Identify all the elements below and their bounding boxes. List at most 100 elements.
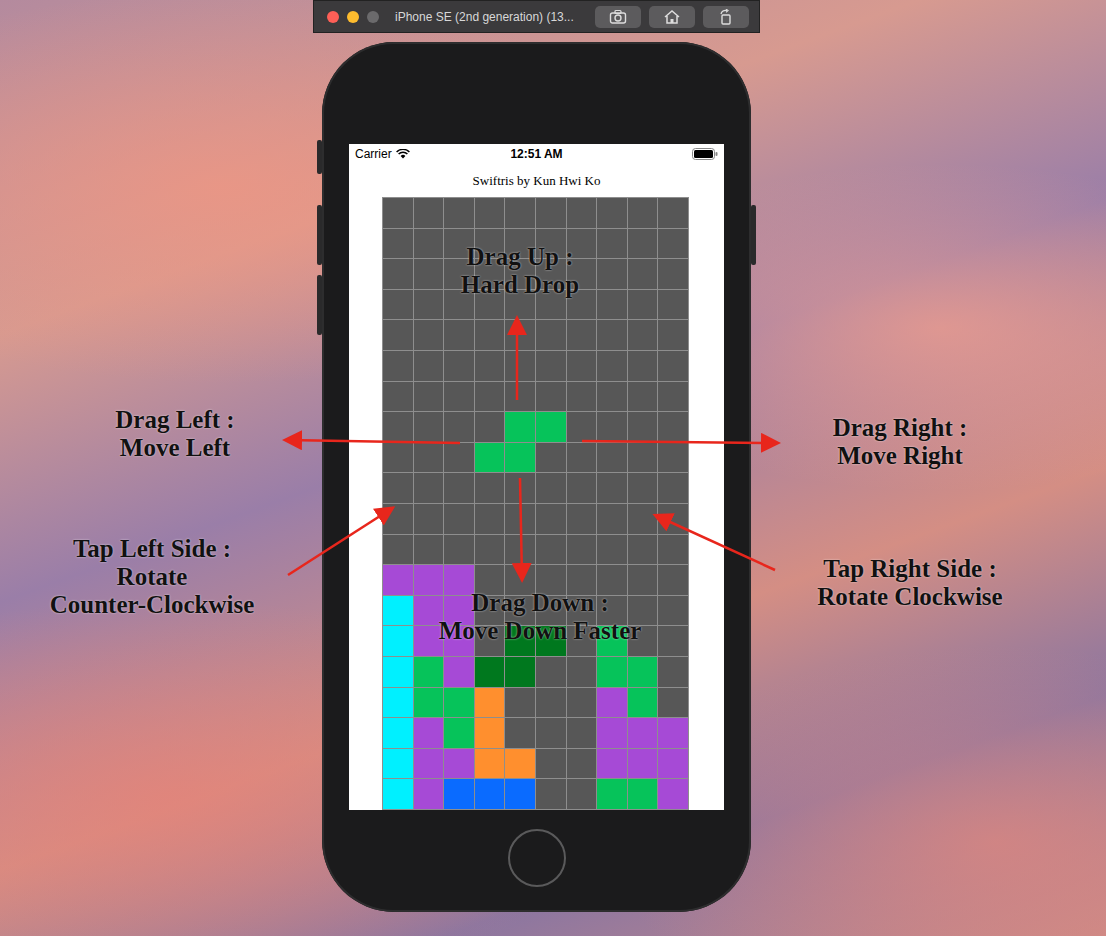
block-cell xyxy=(536,412,566,442)
empty-cell xyxy=(444,443,474,473)
annotation-line: Counter-Clockwise xyxy=(50,591,255,619)
empty-cell xyxy=(505,351,535,381)
annotation-line: Move Right xyxy=(833,442,968,470)
annotation-line: Rotate Clockwise xyxy=(817,583,1002,611)
mute-switch[interactable] xyxy=(317,140,322,174)
empty-cell xyxy=(658,320,688,350)
battery-icon xyxy=(692,148,718,160)
block-cell xyxy=(505,412,535,442)
annotation-line: Tap Right Side : xyxy=(817,555,1002,583)
close-button[interactable] xyxy=(327,11,339,23)
empty-cell xyxy=(505,473,535,503)
block-cell xyxy=(658,749,688,779)
empty-cell xyxy=(658,596,688,626)
arrow-icon xyxy=(657,516,775,570)
block-cell xyxy=(475,657,505,687)
empty-cell xyxy=(414,535,444,565)
empty-cell xyxy=(597,443,627,473)
empty-cell xyxy=(628,382,658,412)
iphone-frame: Carrier 12:51 AM Swiftris by Kun Hwi Ko xyxy=(322,42,751,912)
empty-cell xyxy=(505,382,535,412)
volume-up-button[interactable] xyxy=(317,205,322,265)
empty-cell xyxy=(536,198,566,228)
home-button[interactable] xyxy=(649,6,695,28)
empty-cell xyxy=(658,351,688,381)
empty-cell xyxy=(414,229,444,259)
empty-cell xyxy=(597,259,627,289)
empty-cell xyxy=(658,504,688,534)
empty-cell xyxy=(658,259,688,289)
gesture-annotation: Tap Right Side :Rotate Clockwise xyxy=(817,555,1002,611)
volume-down-button[interactable] xyxy=(317,275,322,335)
block-cell xyxy=(444,779,474,809)
annotation-line: Drag Up : xyxy=(461,243,579,271)
desktop: iPhone SE (2nd generation) (13... Carrie… xyxy=(0,0,1106,936)
screenshot-button[interactable] xyxy=(595,6,641,28)
empty-cell xyxy=(536,718,566,748)
empty-cell xyxy=(383,229,413,259)
block-cell xyxy=(383,688,413,718)
status-bar: Carrier 12:51 AM xyxy=(349,144,724,164)
empty-cell xyxy=(597,473,627,503)
empty-cell xyxy=(383,473,413,503)
minimize-button[interactable] xyxy=(347,11,359,23)
home-icon xyxy=(663,9,681,25)
empty-cell xyxy=(475,351,505,381)
empty-cell xyxy=(597,320,627,350)
home-key[interactable] xyxy=(508,829,566,887)
empty-cell xyxy=(658,688,688,718)
empty-cell xyxy=(383,198,413,228)
empty-cell xyxy=(536,473,566,503)
empty-cell xyxy=(628,473,658,503)
block-cell xyxy=(597,718,627,748)
empty-cell xyxy=(444,535,474,565)
block-cell xyxy=(505,779,535,809)
block-cell xyxy=(505,657,535,687)
block-cell xyxy=(597,779,627,809)
empty-cell xyxy=(567,382,597,412)
empty-cell xyxy=(658,473,688,503)
empty-cell xyxy=(536,535,566,565)
zoom-button[interactable] xyxy=(367,11,379,23)
empty-cell xyxy=(444,473,474,503)
empty-cell xyxy=(628,229,658,259)
simulator-toolbar: iPhone SE (2nd generation) (13... xyxy=(313,0,760,33)
block-cell xyxy=(383,565,413,595)
empty-cell xyxy=(383,443,413,473)
block-cell xyxy=(505,443,535,473)
power-button[interactable] xyxy=(751,205,756,265)
empty-cell xyxy=(383,351,413,381)
empty-cell xyxy=(383,290,413,320)
block-cell xyxy=(505,749,535,779)
carrier: Carrier xyxy=(355,147,392,161)
annotation-line: Move Down Faster xyxy=(439,617,642,645)
empty-cell xyxy=(658,535,688,565)
empty-cell xyxy=(414,412,444,442)
empty-cell xyxy=(475,382,505,412)
block-cell xyxy=(475,749,505,779)
arrow-icon xyxy=(516,320,519,400)
block-cell xyxy=(414,749,444,779)
empty-cell xyxy=(628,259,658,289)
block-cell xyxy=(597,688,627,718)
empty-cell xyxy=(444,351,474,381)
empty-cell xyxy=(475,320,505,350)
empty-cell xyxy=(597,504,627,534)
block-cell xyxy=(383,596,413,626)
empty-cell xyxy=(628,535,658,565)
empty-cell xyxy=(505,320,535,350)
block-cell xyxy=(444,749,474,779)
block-cell xyxy=(628,688,658,718)
empty-cell xyxy=(536,657,566,687)
block-cell xyxy=(444,565,474,595)
empty-cell xyxy=(628,198,658,228)
rotate-button[interactable] xyxy=(703,6,749,28)
empty-cell xyxy=(567,320,597,350)
empty-cell xyxy=(567,779,597,809)
arrow-icon xyxy=(287,440,460,443)
empty-cell xyxy=(658,290,688,320)
empty-cell xyxy=(383,259,413,289)
empty-cell xyxy=(383,412,413,442)
empty-cell xyxy=(383,382,413,412)
empty-cell xyxy=(628,565,658,595)
